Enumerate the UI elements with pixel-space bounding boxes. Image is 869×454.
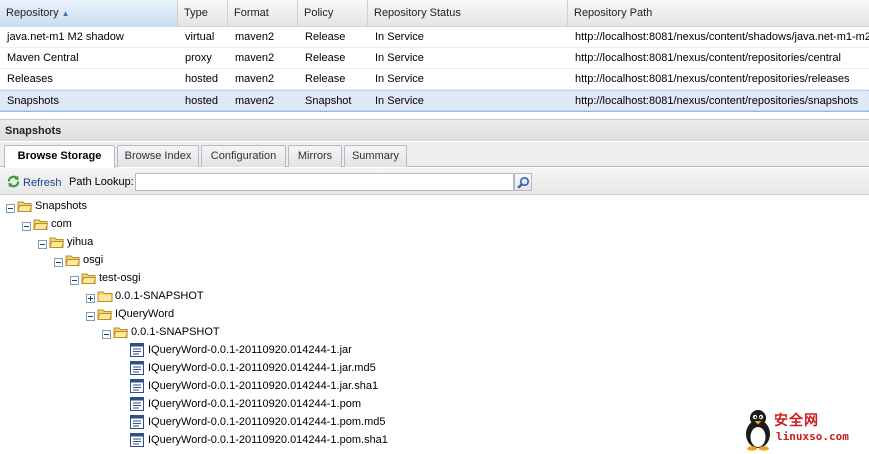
tab-summary[interactable]: Summary	[344, 145, 407, 167]
column-header-type[interactable]: Type	[178, 0, 228, 27]
table-row[interactable]: Maven Central proxy maven2 Release In Se…	[0, 48, 869, 69]
cell-path: http://localhost:8081/nexus/content/repo…	[575, 52, 841, 64]
folder-open-icon	[113, 325, 129, 345]
column-header-path[interactable]: Repository Path	[568, 0, 869, 27]
site-watermark: 安全网 linuxso.com	[740, 407, 866, 451]
file-icon	[130, 343, 144, 363]
cell-repository: Snapshots	[7, 95, 59, 107]
expand-toggle-icon[interactable]	[86, 291, 95, 309]
cell-policy: Release	[305, 73, 346, 85]
table-row[interactable]: Releases hosted maven2 Release In Servic…	[0, 69, 869, 90]
tree-node-label: Snapshots	[35, 200, 87, 212]
tree-node-label: 0.0.1-SNAPSHOT	[115, 290, 204, 302]
cell-repository: Maven Central	[7, 52, 79, 64]
penguin-icon	[746, 410, 770, 451]
cell-status: In Service	[375, 31, 424, 43]
tree-node-label: IQueryWord-0.0.1-20110920.014244-1.jar	[148, 344, 352, 356]
refresh-button[interactable]: Refresh	[6, 174, 62, 190]
path-lookup-search-button[interactable]	[514, 173, 532, 191]
tree-node-label: IQueryWord-0.0.1-20110920.014244-1.pom.s…	[148, 434, 388, 446]
file-icon	[130, 433, 144, 453]
grid-header: Repository ▲ Type Format Policy Repositor…	[0, 0, 869, 27]
path-lookup-label: Path Lookup:	[69, 176, 134, 188]
collapse-toggle-icon[interactable]	[86, 309, 95, 327]
cell-repository: java.net-m1 M2 shadow	[7, 31, 124, 43]
sort-ascending-icon: ▲	[61, 9, 70, 18]
collapse-toggle-icon[interactable]	[6, 201, 15, 219]
tab-browse-index[interactable]: Browse Index	[117, 145, 199, 167]
folder-open-icon	[33, 217, 49, 237]
collapse-toggle-icon[interactable]	[70, 273, 79, 291]
tree-node-label: com	[51, 218, 72, 230]
watermark-text-cn: 安全网	[774, 413, 819, 429]
cell-type: virtual	[185, 31, 215, 43]
tree-node-label: IQueryWord-0.0.1-20110920.014244-1.pom	[148, 398, 362, 410]
cell-policy: Release	[305, 31, 346, 43]
folder-icon	[97, 289, 113, 309]
collapse-toggle-icon[interactable]	[102, 327, 111, 345]
cell-path: http://localhost:8081/nexus/content/shad…	[575, 31, 869, 43]
tree-node-label: IQueryWord-0.0.1-20110920.014244-1.jar.s…	[148, 380, 379, 392]
storage-toolbar: Refresh Path Lookup:	[0, 168, 869, 195]
search-icon	[517, 176, 530, 189]
cell-path: http://localhost:8081/nexus/content/repo…	[575, 73, 850, 85]
cell-type: proxy	[185, 52, 212, 64]
file-icon	[130, 361, 144, 381]
table-row-selected[interactable]: Snapshots hosted maven2 Snapshot In Serv…	[0, 90, 869, 111]
tab-strip: Browse Storage Browse Index Configuratio…	[0, 142, 869, 168]
file-icon	[130, 415, 144, 435]
collapse-toggle-icon[interactable]	[22, 219, 31, 237]
repository-grid: Repository ▲ Type Format Policy Repositor…	[0, 0, 869, 112]
cell-format: maven2	[235, 31, 275, 43]
tree-node-label: IQueryWord-0.0.1-20110920.014244-1.jar.m…	[148, 362, 376, 374]
tab-browse-storage[interactable]: Browse Storage	[4, 145, 115, 168]
folder-open-icon	[81, 271, 97, 291]
collapse-toggle-icon[interactable]	[38, 237, 47, 255]
cell-path: http://localhost:8081/nexus/content/repo…	[575, 95, 859, 107]
folder-open-icon	[49, 235, 65, 255]
cell-status: In Service	[375, 95, 424, 107]
cell-format: maven2	[235, 52, 275, 64]
cell-format: maven2	[235, 95, 275, 107]
storage-tree: Snapshots com yihua osgi test-osgi 0.0.1-SNAP…	[0, 196, 869, 454]
tree-node-label: osgi	[83, 254, 104, 266]
column-header-status[interactable]: Repository Status	[368, 0, 568, 27]
tab-configuration[interactable]: Configuration	[201, 145, 286, 167]
folder-open-icon	[65, 253, 81, 273]
tab-mirrors[interactable]: Mirrors	[288, 145, 342, 167]
file-icon	[130, 397, 144, 417]
tree-node-label: test-osgi	[99, 272, 141, 284]
refresh-icon	[7, 175, 20, 188]
cell-type: hosted	[185, 95, 219, 107]
cell-format: maven2	[235, 73, 275, 85]
cell-policy: Snapshot	[305, 95, 352, 107]
cell-repository: Releases	[7, 73, 53, 85]
folder-open-icon	[17, 199, 33, 219]
tree-node-label: 0.0.1-SNAPSHOT	[131, 326, 220, 338]
path-lookup-input[interactable]	[135, 173, 514, 191]
tree-node-label: yihua	[67, 236, 94, 248]
collapse-toggle-icon[interactable]	[54, 255, 63, 273]
cell-policy: Release	[305, 52, 346, 64]
cell-status: In Service	[375, 73, 424, 85]
refresh-label: Refresh	[23, 177, 62, 189]
file-icon	[130, 379, 144, 399]
cell-status: In Service	[375, 52, 424, 64]
watermark-text-en: linuxso.com	[776, 430, 849, 443]
column-header-policy[interactable]: Policy	[298, 0, 368, 27]
cell-type: hosted	[185, 73, 219, 85]
column-header-repository[interactable]: Repository ▲	[0, 0, 178, 27]
table-row[interactable]: java.net-m1 M2 shadow virtual maven2 Rel…	[0, 27, 869, 48]
panel-title: Snapshots	[0, 119, 869, 141]
tree-node-label: IQueryWord	[115, 308, 175, 320]
tree-node-label: IQueryWord-0.0.1-20110920.014244-1.pom.m…	[148, 416, 386, 428]
folder-open-icon	[97, 307, 113, 327]
column-header-format[interactable]: Format	[228, 0, 298, 27]
